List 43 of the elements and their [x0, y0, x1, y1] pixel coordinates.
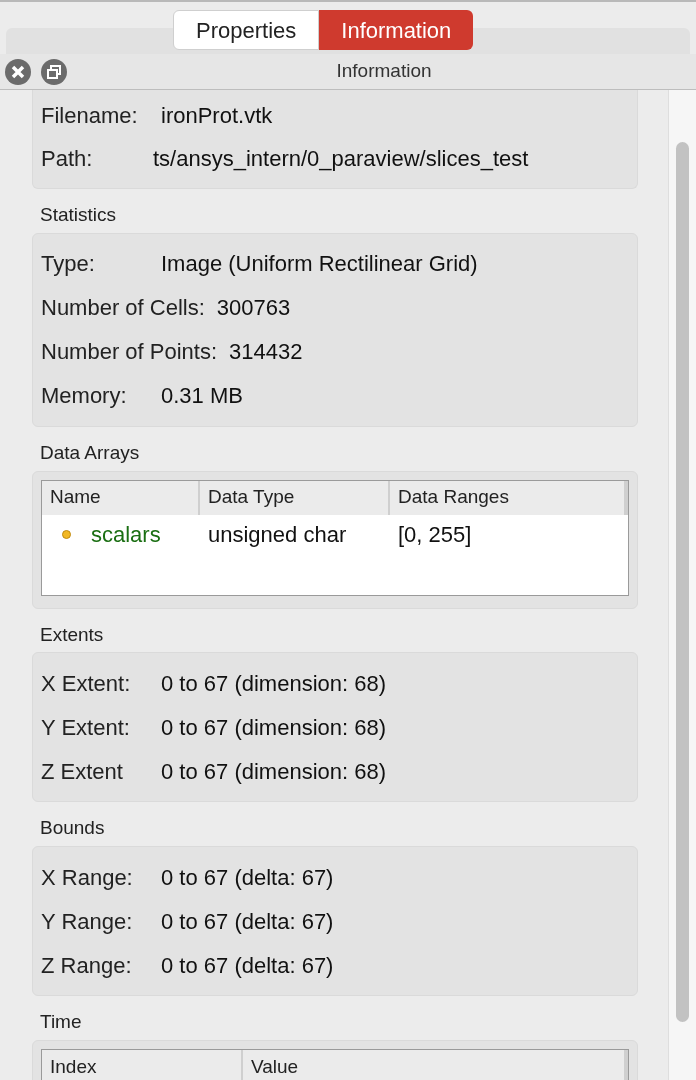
field-value: ironProt.vtk: [161, 102, 273, 130]
column-header[interactable]: Value: [243, 1049, 628, 1080]
section-title: Data Arrays: [39, 440, 141, 465]
field-value: 0 to 67 (dimension: 68): [161, 669, 387, 698]
field-value: 0 to 67 (delta: 67): [161, 951, 334, 980]
column-header[interactable]: Name: [42, 480, 200, 515]
section-title: Time: [39, 1010, 83, 1034]
field-value: 300763: [216, 294, 291, 323]
float-icon[interactable]: [40, 57, 68, 86]
field-label: X Range:: [41, 863, 134, 892]
field-value: ts/ansys_intern/0_paraview/slices_test: [153, 145, 529, 173]
panel-title: Information: [335, 59, 432, 84]
section-title: Bounds: [39, 816, 106, 841]
column-header[interactable]: Index: [42, 1049, 243, 1080]
section-title: Extents: [39, 622, 105, 647]
table-cell-text: [0, 255]: [398, 521, 472, 549]
field-label: Filename:: [41, 102, 139, 130]
field-label: Number of Points:: [41, 338, 218, 367]
scrollbar-thumb[interactable]: [676, 142, 689, 1022]
field-label: Path:: [41, 145, 94, 173]
field-value: 0 to 67 (delta: 67): [161, 863, 334, 892]
table-cell-text: unsigned char: [208, 521, 347, 549]
close-icon[interactable]: [4, 57, 32, 86]
field-value: 0.31 MB: [161, 382, 243, 411]
field-label: Z Extent: [41, 757, 124, 786]
section-title: Statistics: [39, 203, 118, 227]
field-value: 0 to 67 (dimension: 68): [161, 713, 387, 742]
field-value: Image (Uniform Rectilinear Grid): [161, 250, 478, 279]
field-label: Memory:: [41, 382, 128, 411]
field-label: X Extent:: [41, 669, 132, 698]
field-label: Type:: [41, 250, 96, 279]
field-value: 314432: [229, 338, 303, 367]
table-cell-text: scalars: [91, 521, 161, 549]
tab[interactable]: Information: [319, 10, 474, 50]
field-label: Y Range:: [41, 907, 134, 936]
field-label: Number of Cells:: [41, 294, 205, 323]
column-header[interactable]: Data Type: [200, 480, 390, 515]
field-value: 0 to 67 (delta: 67): [161, 907, 334, 936]
field-value: 0 to 67 (dimension: 68): [161, 757, 387, 786]
field-label: Y Extent:: [41, 713, 131, 742]
tab[interactable]: Properties: [173, 10, 320, 50]
field-label: Z Range:: [41, 951, 133, 980]
column-header[interactable]: Data Ranges: [390, 480, 628, 515]
